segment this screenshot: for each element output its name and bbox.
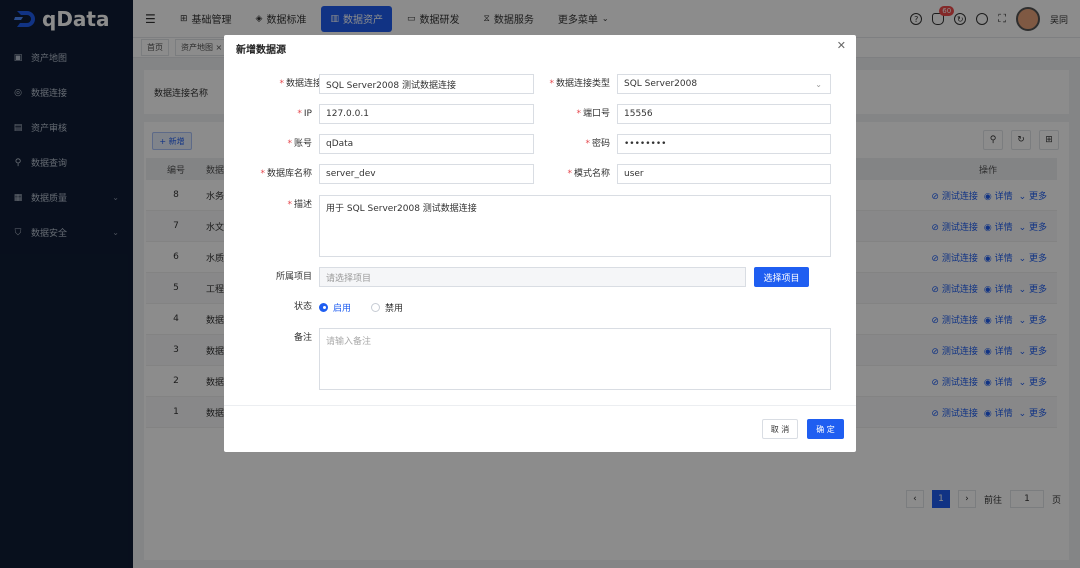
conn-name-input[interactable]: SQL Server2008 测试数据连接 [319,74,534,94]
status-enable-label: 启用 [333,303,352,314]
db-label: * 数据库名称 [260,169,312,179]
status-label: 状态 [293,302,312,312]
radio-checked-icon [319,302,328,312]
dialog-title: 新增数据源 [236,45,286,56]
conn-type-label: * 数据连接类型 [549,79,610,89]
chevron-down-icon: ⌄ [815,79,822,89]
desc-textarea[interactable]: 用于 SQL Server2008 测试数据连接 [319,195,831,257]
schema-input[interactable]: user [617,164,831,184]
radio-unchecked-icon [371,302,380,312]
remark-textarea[interactable]: 请输入备注 [319,328,831,390]
desc-label: * 描述 [287,200,312,210]
project-label: 所属项目 [275,272,312,282]
password-label: * 密码 [585,139,610,149]
account-input[interactable]: qData [319,134,534,154]
new-datasource-dialog: 新增数据源 ✕ * 数据连接名称 SQL Server2008 测试数据连接 * 数… [224,35,856,452]
remark-label: 备注 [293,333,312,343]
select-project-button[interactable]: 选择项目 [754,267,809,287]
schema-label: * 模式名称 [567,169,610,179]
conn-type-select[interactable]: SQL Server2008 ⌄ [617,74,831,94]
dialog-footer-divider [224,405,856,406]
confirm-button[interactable]: 确 定 [807,419,844,439]
db-input[interactable]: server_dev [319,164,534,184]
port-input[interactable]: 15556 [617,104,831,124]
project-input[interactable]: 请选择项目 [319,267,746,287]
ip-input[interactable]: 127.0.0.1 [319,104,534,124]
status-disable-label: 禁用 [385,303,404,314]
password-input[interactable]: •••••••• [617,134,831,154]
account-label: * 账号 [287,139,312,149]
cancel-button[interactable]: 取 消 [762,419,798,439]
status-disable-radio[interactable]: 禁用 [371,297,403,317]
port-label: * 端口号 [576,109,610,119]
status-enable-radio[interactable]: 启用 [319,297,351,317]
conn-type-value: SQL Server2008 [624,79,698,89]
ip-label: * IP [297,109,312,119]
close-icon[interactable]: ✕ [837,39,846,52]
